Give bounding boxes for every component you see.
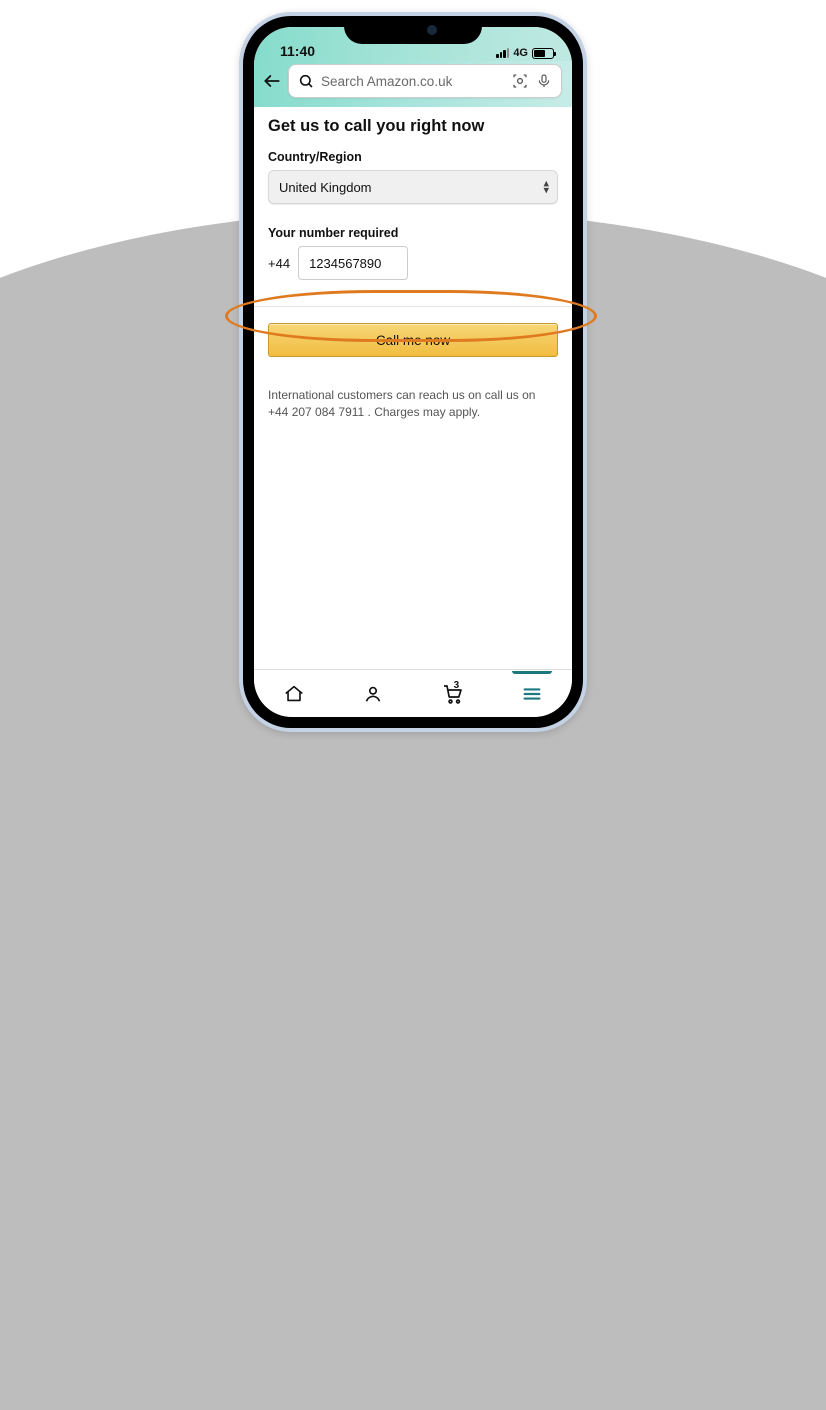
phone-bezel: 11:40 4G [243, 16, 583, 728]
status-right: 4G [496, 47, 554, 59]
page-title: Get us to call you right now [268, 117, 558, 136]
battery-icon [532, 48, 554, 59]
phone-number-input[interactable] [298, 246, 408, 280]
phone-number-label: Your number required [268, 226, 558, 240]
search-input[interactable] [321, 74, 505, 89]
bottom-nav: 3 [254, 669, 572, 717]
nav-active-indicator [512, 671, 552, 674]
country-region-label: Country/Region [268, 150, 558, 164]
cart-count-badge: 3 [454, 680, 460, 691]
search-icon [297, 72, 315, 90]
home-indicator [354, 717, 472, 722]
network-label: 4G [513, 47, 528, 59]
phone-notch [344, 16, 482, 44]
camera-scan-icon[interactable] [511, 72, 529, 90]
phone-frame: 11:40 4G [239, 12, 587, 732]
country-region-select[interactable]: United Kingdom ▴▾ [268, 170, 558, 204]
status-time: 11:40 [280, 43, 315, 59]
section-divider [254, 306, 572, 307]
country-code: +44 [268, 256, 290, 271]
select-caret-icon: ▴▾ [543, 180, 549, 193]
cellular-signal-icon [496, 48, 509, 58]
intl-note: International customers can reach us on … [268, 387, 558, 422]
app-header [254, 61, 572, 107]
country-region-value: United Kingdom [279, 180, 372, 195]
back-arrow-icon[interactable] [262, 71, 282, 91]
microphone-icon[interactable] [535, 72, 553, 90]
phone-row: +44 [268, 246, 558, 280]
nav-account[interactable] [351, 672, 395, 716]
nav-menu[interactable] [510, 672, 554, 716]
call-me-now-button[interactable]: Call me now [268, 323, 558, 357]
nav-cart[interactable]: 3 [431, 672, 475, 716]
page-content: Get us to call you right now Country/Reg… [254, 107, 572, 669]
search-box[interactable] [288, 64, 562, 98]
nav-home[interactable] [272, 672, 316, 716]
app-screen: 11:40 4G [254, 27, 572, 717]
